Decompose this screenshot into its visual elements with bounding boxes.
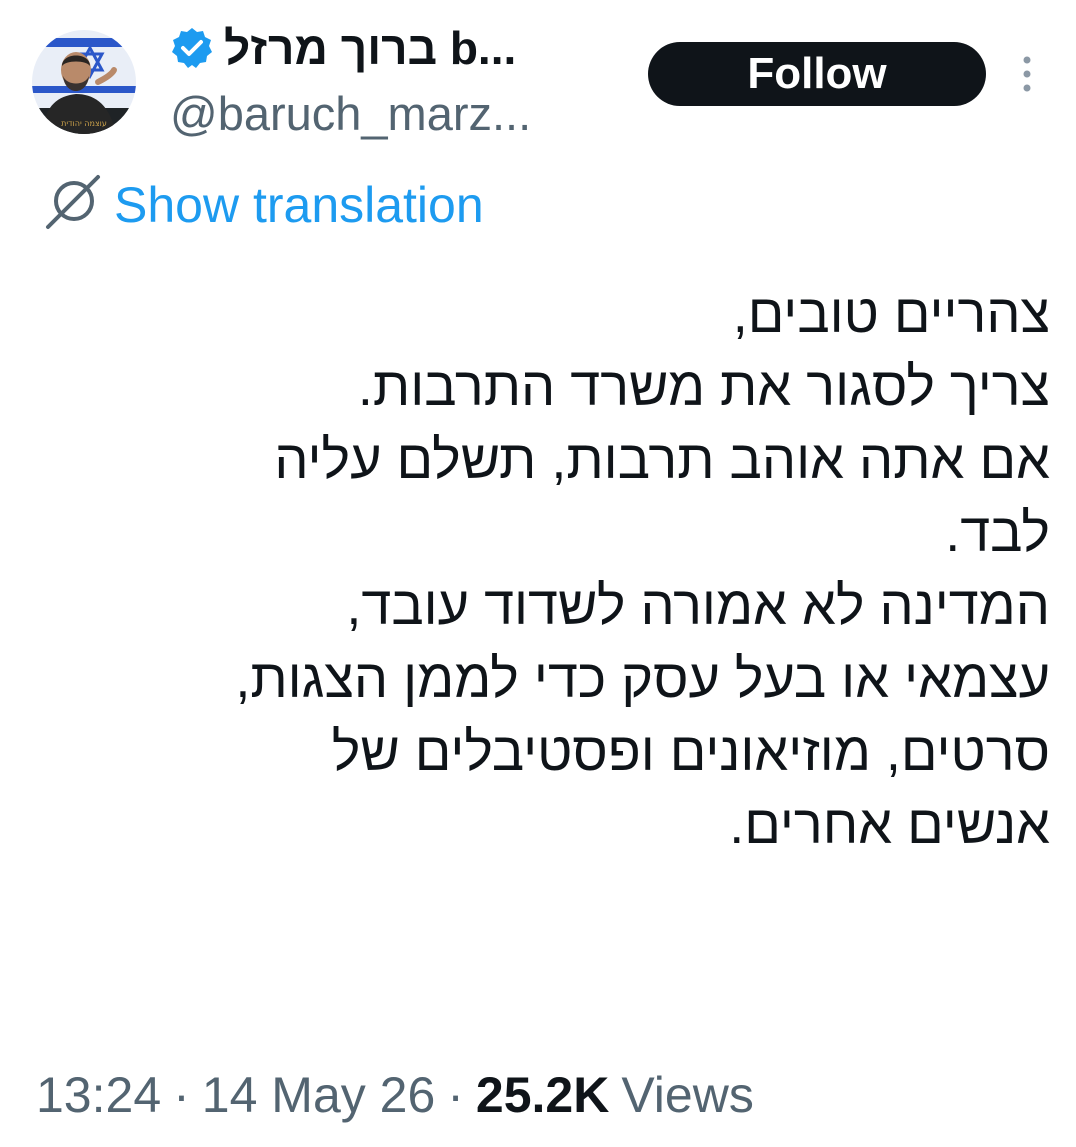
views-count: 25.2K bbox=[475, 1067, 610, 1123]
translate-globe-icon bbox=[42, 173, 102, 238]
author-name-row: ברוך מרזל b... bbox=[170, 20, 516, 76]
tweet-text-line: עצמאי או בעל עסק כדי לממן הצגות, bbox=[235, 649, 1050, 709]
show-translation-link[interactable]: Show translation bbox=[42, 172, 484, 238]
tweet-text-line: אם אתה אוהב תרבות, תשלם עליה bbox=[274, 430, 1050, 490]
show-translation-label: Show translation bbox=[114, 177, 484, 233]
author-avatar[interactable]: עוצמה יהודית bbox=[32, 30, 136, 134]
tweet-date[interactable]: 14 May 26 bbox=[202, 1066, 435, 1124]
verified-badge-icon bbox=[170, 26, 214, 70]
tweet-time[interactable]: 13:24 bbox=[36, 1066, 161, 1124]
views-label: Views bbox=[621, 1067, 754, 1123]
follow-button[interactable]: Follow bbox=[648, 42, 986, 106]
tweet-meta: 13:24 · 14 May 26 · 25.2K Views bbox=[36, 1062, 754, 1128]
tweet-text-line: צהריים טובים, bbox=[732, 284, 1050, 344]
tweet-text-line: אנשים אחרים. bbox=[729, 795, 1050, 855]
tweet-text-line: צריך לסגור את משרד התרבות. bbox=[357, 357, 1050, 417]
author-display-name[interactable]: ברוך מרזל b... bbox=[224, 20, 516, 76]
more-options-icon[interactable] bbox=[1012, 52, 1042, 96]
author-handle[interactable]: @baruch_marz... bbox=[170, 84, 531, 144]
meta-separator: · bbox=[173, 1067, 190, 1123]
tweet-text-line: סרטים, מוזיאונים ופסטיבלים של bbox=[331, 722, 1050, 782]
tweet-text: צהריים טובים, צריך לסגור את משרד התרבות.… bbox=[40, 278, 1050, 862]
tweet-text-line: לבד. bbox=[945, 503, 1050, 563]
tweet-text-line: המדינה לא אמורה לשדוד עובד, bbox=[346, 576, 1050, 636]
meta-separator: · bbox=[447, 1067, 464, 1123]
svg-text:עוצמה יהודית: עוצמה יהודית bbox=[61, 119, 107, 128]
avatar-photo-icon: עוצמה יהודית bbox=[32, 30, 136, 134]
